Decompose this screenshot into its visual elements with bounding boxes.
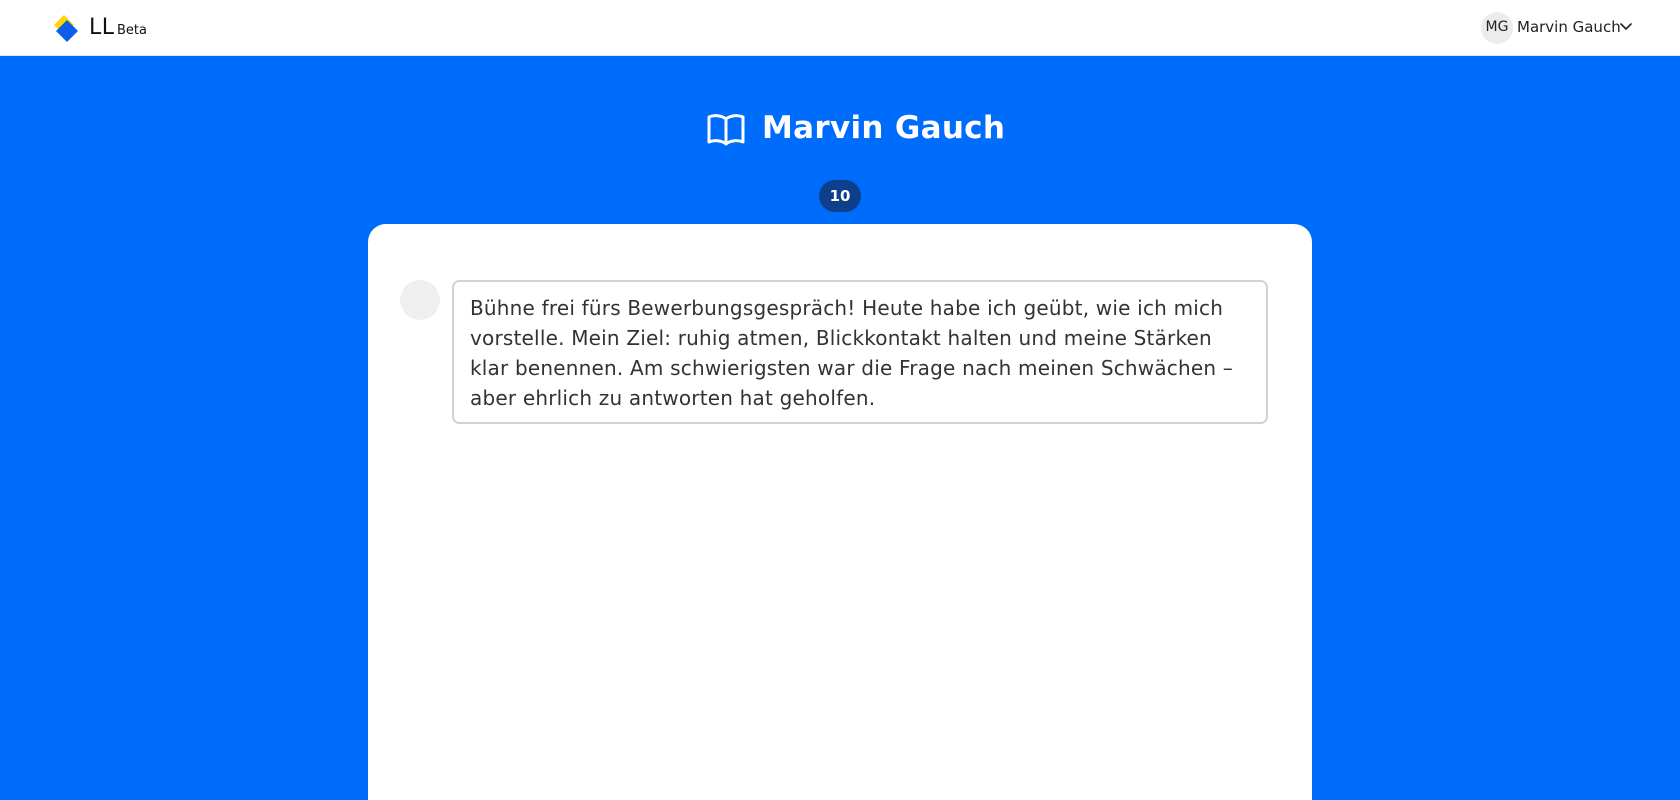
top-navigation-bar: LL Beta MG Marvin Gauch bbox=[0, 0, 1680, 56]
entry-count-badge: 10 bbox=[819, 180, 861, 212]
avatar[interactable]: MG bbox=[1481, 12, 1513, 44]
user-name[interactable]: Marvin Gauch bbox=[1517, 17, 1621, 37]
entry-marker bbox=[400, 280, 440, 320]
page-title: Marvin Gauch bbox=[762, 110, 1006, 146]
app-logo-text[interactable]: LL bbox=[89, 14, 115, 42]
open-book-icon bbox=[707, 114, 745, 146]
journal-entry-text[interactable]: Bühne frei fürs Bewerbungsgespräch! Heut… bbox=[452, 280, 1268, 424]
diamond-logo-icon[interactable] bbox=[53, 14, 79, 42]
beta-label: Beta bbox=[117, 23, 147, 38]
chevron-down-icon[interactable] bbox=[1619, 22, 1633, 32]
